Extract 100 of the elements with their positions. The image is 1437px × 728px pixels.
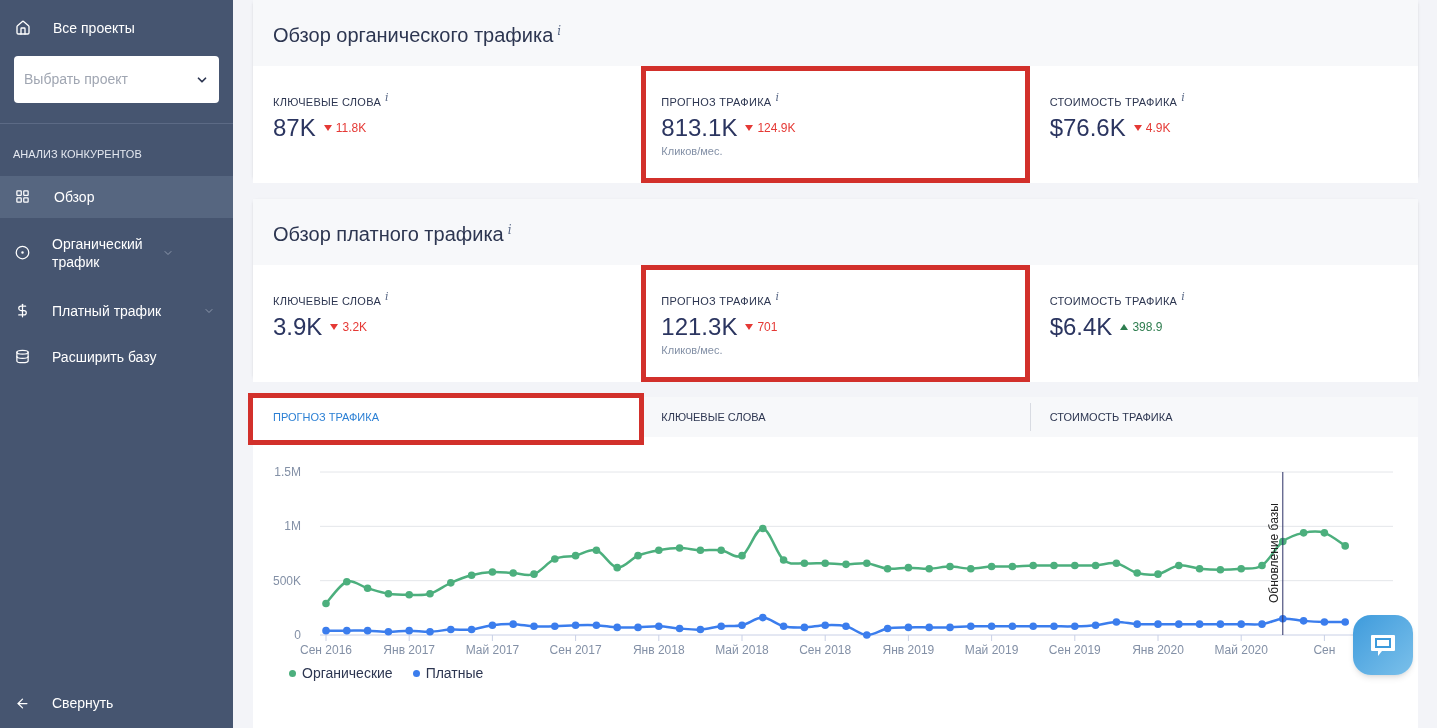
data-point: [1258, 620, 1266, 628]
data-point: [571, 551, 580, 560]
metric-value: 3.9K: [273, 311, 323, 342]
data-point: [1091, 621, 1100, 629]
data-point: [1050, 622, 1058, 631]
nav-item[interactable]: Расширить базу: [0, 335, 233, 378]
metric-value: $76.6K: [1049, 112, 1126, 143]
chart-tab[interactable]: КЛЮЧЕВЫЕ СЛОВА: [641, 397, 1030, 437]
data-point: [863, 631, 871, 639]
data-point: [488, 621, 497, 629]
metric-delta: 4.9K: [1145, 119, 1171, 137]
all-projects-link[interactable]: Все проекты: [0, 0, 233, 56]
info-hint[interactable]: i: [775, 291, 779, 302]
data-point: [1029, 561, 1037, 570]
annotation-label: Обновление базы: [1266, 503, 1281, 603]
data-point: [1175, 620, 1183, 628]
data-point: [1216, 620, 1225, 628]
nav-item[interactable]: Платный трафик: [0, 289, 233, 332]
metric-label: ПРОГНОЗ ТРАФИКА: [661, 294, 772, 309]
info-hint[interactable]: i: [385, 291, 389, 302]
data-point: [675, 624, 684, 633]
metric-label: ПРОГНОЗ ТРАФИКА: [661, 95, 772, 110]
metric-label: КЛЮЧЕВЫЕ СЛОВА: [273, 95, 382, 110]
data-point: [530, 622, 538, 631]
data-point: [925, 623, 933, 632]
data-point: [1237, 620, 1245, 628]
info-hint[interactable]: i: [557, 22, 562, 40]
data-point: [842, 560, 850, 569]
data-point: [405, 591, 413, 599]
metric-label: КЛЮЧЕВЫЕ СЛОВА: [273, 294, 382, 309]
data-point: [1237, 564, 1245, 573]
data-point: [1112, 618, 1121, 626]
x-tick-label: Янв 2020: [1132, 643, 1184, 657]
metric-value: 813.1K: [661, 112, 738, 143]
data-point: [1112, 559, 1121, 568]
data-point: [530, 570, 538, 578]
data-point: [1133, 569, 1141, 577]
x-tick-label: Янв 2017: [383, 643, 436, 657]
info-hint[interactable]: i: [1181, 291, 1185, 302]
data-point: [946, 562, 954, 571]
data-point: [551, 555, 559, 563]
x-tick-label: Сен 2019: [1048, 643, 1101, 657]
data-point: [1091, 561, 1100, 570]
data-point: [613, 623, 621, 632]
metric-value: 121.3K: [661, 311, 738, 342]
data-point: [800, 623, 809, 632]
data-point: [634, 551, 642, 560]
data-point: [509, 620, 517, 628]
data-point: [1071, 561, 1079, 570]
chart-tab[interactable]: ПРОГНОЗ ТРАФИКА: [253, 397, 642, 437]
data-point: [696, 625, 705, 634]
nav-item[interactable]: Органический трафик: [0, 226, 233, 279]
x-tick-label: Май 2018: [715, 643, 769, 657]
data-point: [821, 621, 829, 629]
data-point: [904, 563, 913, 572]
chat-button[interactable]: [1353, 615, 1413, 675]
x-tick-label: Сен 2017: [549, 643, 602, 657]
data-point: [925, 564, 933, 573]
data-point: [946, 623, 954, 632]
data-point: [426, 627, 434, 636]
data-point: [1195, 564, 1204, 573]
data-point: [655, 546, 663, 555]
data-point: [634, 623, 642, 632]
metric-delta: 124.9K: [757, 119, 796, 137]
data-point: [447, 625, 455, 634]
x-tick-label: Май 2017: [465, 643, 520, 657]
collapse-button[interactable]: Свернуть: [0, 678, 233, 728]
data-point: [717, 546, 725, 555]
data-point: [592, 621, 601, 629]
data-point: [1299, 617, 1308, 625]
info-hint[interactable]: i: [1181, 92, 1185, 103]
data-point: [883, 564, 892, 573]
data-point: [759, 613, 767, 622]
metric-delta: 701: [757, 318, 778, 336]
chart-tab[interactable]: СТОИМОСТЬ ТРАФИКА: [1029, 397, 1418, 437]
x-tick-label: Май 2020: [1214, 643, 1268, 657]
data-point: [842, 622, 850, 631]
metric-label: СТОИМОСТЬ ТРАФИКА: [1049, 95, 1178, 110]
y-tick-label: 1.5M: [274, 465, 301, 479]
data-point: [696, 546, 705, 555]
legend-label[interactable]: Платные: [425, 663, 484, 684]
legend-label[interactable]: Органические: [302, 663, 393, 684]
info-hint[interactable]: i: [775, 92, 779, 103]
metric-value: 87K: [273, 112, 316, 143]
x-tick-label: Май 2019: [964, 643, 1019, 657]
x-tick-label: Янв 2018: [632, 643, 685, 657]
x-tick-label: Сен 2016: [300, 643, 352, 657]
data-point: [1175, 561, 1183, 570]
info-hint[interactable]: i: [507, 221, 512, 239]
section-heading: АНАЛИЗ КОНКУРЕНТОВ: [12, 147, 143, 162]
data-point: [343, 626, 351, 635]
y-tick-label: 1M: [284, 519, 301, 534]
y-tick-label: 500K: [272, 573, 301, 588]
data-point: [738, 551, 746, 560]
data-point: [509, 569, 517, 577]
info-hint[interactable]: i: [385, 92, 389, 103]
nav-item[interactable]: Обзор: [0, 175, 233, 218]
nav-icon: [15, 349, 30, 364]
data-point: [967, 564, 975, 573]
data-point: [592, 546, 601, 555]
